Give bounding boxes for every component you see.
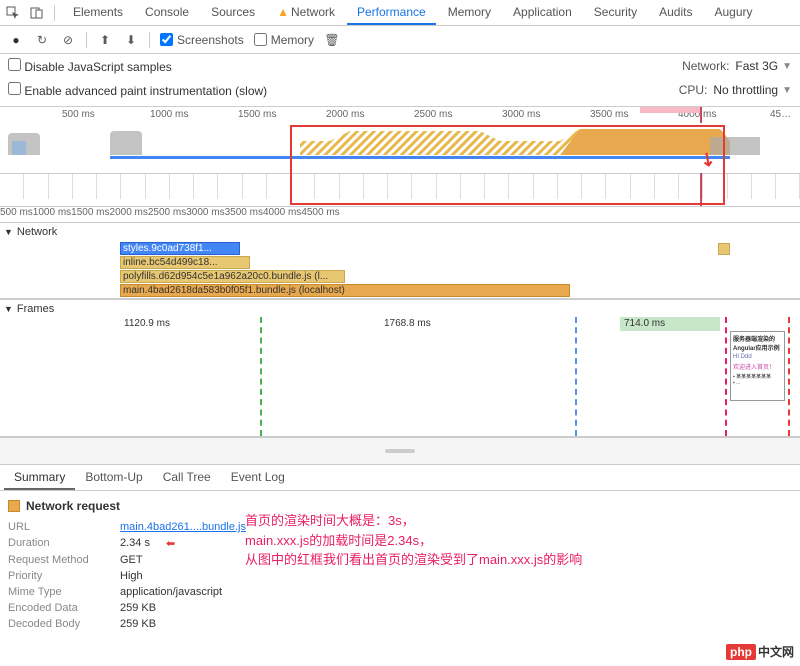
frame-time: 1768.8 ms: [380, 317, 435, 331]
network-item-small[interactable]: [718, 243, 730, 255]
network-item[interactable]: inline.bc54d499c18...: [120, 256, 250, 269]
frame-thumbnail[interactable]: 服务器端渲染的Angular应用示例 HI Ddd 欢迎进入首页！ ▪ 某某某某…: [730, 331, 785, 401]
detail-mime: Mime Typeapplication/javascript: [8, 586, 792, 598]
memory-checkbox[interactable]: Memory: [254, 33, 314, 47]
tab-security[interactable]: Security: [584, 1, 647, 25]
long-task-marker: [640, 107, 700, 113]
url-link[interactable]: main.4bad261....bundle.js: [120, 521, 246, 533]
annotation-text: 首页的渲染时间大概是：3s， main.xxx.js的加载时间是2.34s， 从…: [245, 511, 582, 570]
network-item[interactable]: main.4bad2618da583b0f05f1.bundle.js (loc…: [120, 284, 570, 297]
network-track[interactable]: styles.9c0ad738f1... inline.bc54d499c18.…: [0, 241, 800, 299]
tab-augury[interactable]: Augury: [704, 1, 762, 25]
tab-call-tree[interactable]: Call Tree: [153, 465, 221, 490]
chevron-down-icon: ▼: [782, 61, 792, 72]
warning-icon: ▲: [277, 5, 289, 19]
tab-application[interactable]: Application: [503, 1, 582, 25]
divider: [54, 5, 55, 21]
network-select[interactable]: Fast 3G▼: [735, 59, 792, 73]
tab-memory[interactable]: Memory: [438, 1, 501, 25]
trash-button[interactable]: 🗑: [324, 32, 340, 48]
tab-sources[interactable]: Sources: [201, 1, 265, 25]
enable-paint-checkbox[interactable]: Enable advanced paint instrumentation (s…: [8, 82, 267, 98]
highlight-box: [290, 125, 725, 205]
frame-divider: [575, 317, 577, 436]
divider: [149, 32, 150, 48]
disable-js-checkbox[interactable]: Disable JavaScript samples: [8, 58, 172, 74]
chevron-down-icon: ▼: [4, 227, 13, 237]
inspect-icon[interactable]: [4, 4, 22, 22]
detail-decoded: Decoded Body259 KB: [8, 618, 792, 630]
tab-performance[interactable]: Performance: [347, 1, 436, 25]
network-item[interactable]: styles.9c0ad738f1...: [120, 242, 240, 255]
cpu-select[interactable]: No throttling▼: [713, 83, 792, 97]
chevron-down-icon: ▼: [782, 85, 792, 96]
clear-button[interactable]: ⊘: [60, 32, 76, 48]
frame-divider: [260, 317, 262, 436]
tab-event-log[interactable]: Event Log: [221, 465, 295, 490]
devtools-tabs: Elements Console Sources ▲Network Perfor…: [63, 1, 763, 25]
cpu-label: CPU:: [679, 83, 708, 97]
network-swatch-icon: [8, 500, 20, 512]
php-logo-icon: php: [726, 644, 756, 660]
network-label: Network:: [682, 59, 729, 73]
frame-divider: [725, 317, 727, 436]
tab-bottom-up[interactable]: Bottom-Up: [75, 465, 152, 490]
tab-network[interactable]: ▲Network: [267, 1, 345, 25]
network-item[interactable]: polyfills.d62d954c5e1a962a20c0.bundle.js…: [120, 270, 345, 283]
frames-track[interactable]: 1120.9 ms 1768.8 ms 714.0 ms 服务器端渲染的Angu…: [0, 317, 800, 437]
frame-time: 714.0 ms: [620, 317, 720, 331]
tab-audits[interactable]: Audits: [649, 1, 702, 25]
detail-priority: PriorityHigh: [8, 570, 792, 582]
divider: [86, 32, 87, 48]
tab-elements[interactable]: Elements: [63, 1, 133, 25]
reload-button[interactable]: ↻: [34, 32, 50, 48]
save-button[interactable]: ⬇: [123, 32, 139, 48]
frame-divider: [788, 317, 790, 436]
resize-handle[interactable]: [0, 437, 800, 465]
summary-panel: Network request URLmain.4bad261....bundl…: [0, 491, 800, 666]
device-icon[interactable]: [28, 4, 46, 22]
record-button[interactable]: ●: [8, 32, 24, 48]
detail-encoded: Encoded Data259 KB: [8, 602, 792, 614]
timeline-overview[interactable]: 500 ms 1000 ms 1500 ms 2000 ms 2500 ms 3…: [0, 107, 800, 207]
tab-console[interactable]: Console: [135, 1, 199, 25]
arrow-icon: ⬅: [166, 537, 175, 550]
perf-controls: ● ↻ ⊘ ⬆ ⬇ Screenshots Memory 🗑: [0, 26, 800, 54]
time-ruler-bottom: 500 ms 1000 ms 1500 ms 2000 ms 2500 ms 3…: [0, 207, 800, 223]
details-tabs: Summary Bottom-Up Call Tree Event Log: [0, 465, 800, 491]
chevron-down-icon: ▼: [4, 304, 13, 314]
frames-section-header[interactable]: ▼Frames: [0, 299, 800, 317]
perf-settings: Disable JavaScript samples Network: Fast …: [0, 54, 800, 107]
network-section-header[interactable]: ▼Network: [0, 223, 800, 241]
devtools-toolbar: Elements Console Sources ▲Network Perfor…: [0, 0, 800, 26]
tab-summary[interactable]: Summary: [4, 465, 75, 490]
load-button[interactable]: ⬆: [97, 32, 113, 48]
watermark: php 中文网: [726, 643, 794, 660]
frame-time: 1120.9 ms: [120, 317, 174, 331]
screenshots-checkbox[interactable]: Screenshots: [160, 33, 244, 47]
